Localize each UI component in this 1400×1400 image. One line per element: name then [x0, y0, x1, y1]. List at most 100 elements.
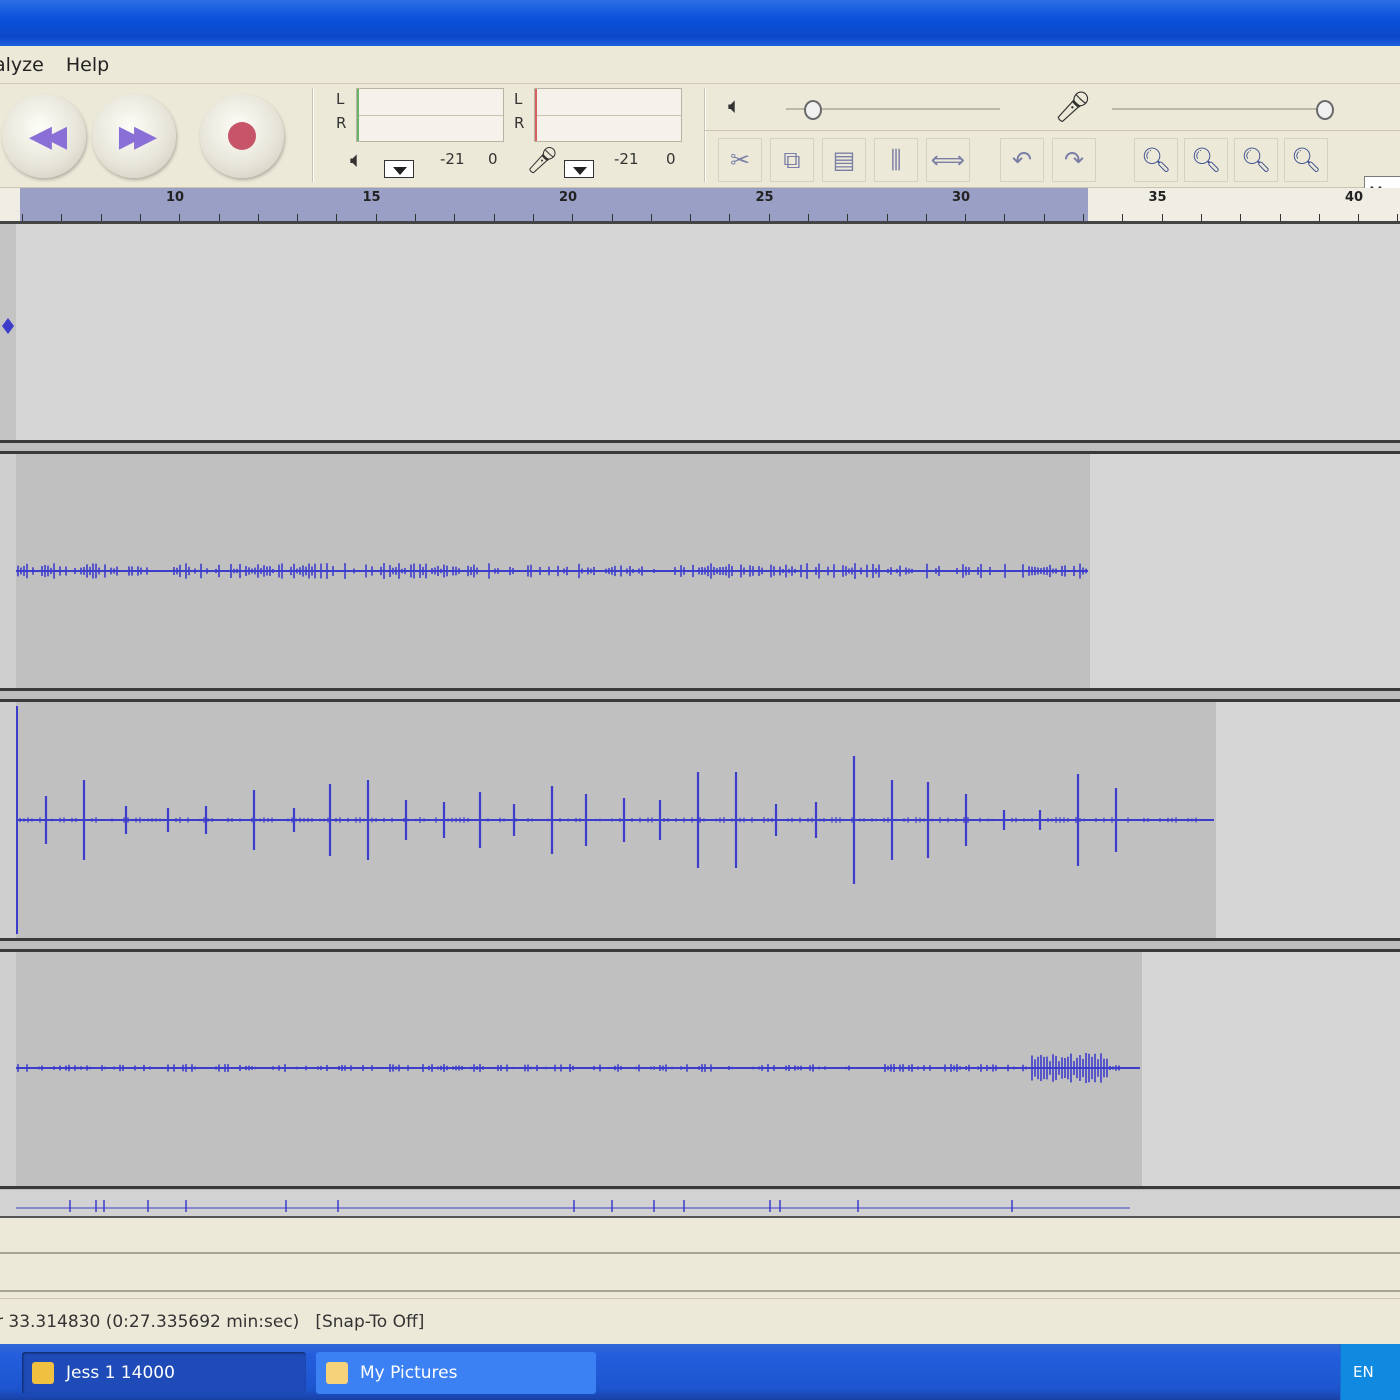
output-volume-thumb[interactable]: [804, 100, 822, 120]
status-bar: r 33.314830 (0:27.335692 min:sec) [Snap-…: [0, 1298, 1400, 1344]
speaker-icon: 🔈︎: [350, 148, 364, 173]
ruler-tick: [965, 214, 966, 221]
cut-button[interactable]: ✂: [718, 138, 762, 182]
audio-track-1[interactable]: [0, 224, 1400, 440]
track-area: [0, 224, 1400, 1214]
ruler-tick: [769, 214, 770, 221]
audio-track-3[interactable]: [0, 702, 1400, 938]
zoom-out-button[interactable]: 🔍︎: [1184, 138, 1228, 182]
ruler-tick: [140, 214, 141, 221]
undo-button[interactable]: ↶: [1000, 138, 1044, 182]
ruler-tick: [1358, 214, 1359, 221]
record-meter[interactable]: [534, 88, 682, 142]
menu-bar: alyze Help: [0, 46, 1400, 84]
ruler-tick: [612, 214, 613, 221]
horizontal-scroll-area[interactable]: [0, 1216, 1400, 1298]
ruler-tick: [101, 214, 102, 221]
toolbar-separator: [704, 88, 706, 182]
skip-start-icon: ◀◀: [28, 118, 67, 154]
redo-icon: ↷: [1063, 146, 1085, 174]
input-volume-icon: 🎤︎: [1054, 90, 1093, 125]
menu-help[interactable]: Help: [66, 54, 109, 76]
timeline-ruler[interactable]: 10 15 20 25 30 35 40: [0, 188, 1400, 224]
track-separator: [0, 440, 1400, 454]
ruler-tick: [376, 214, 377, 221]
playback-meter[interactable]: [356, 88, 504, 142]
skip-to-start-button[interactable]: ◀◀: [2, 94, 86, 178]
playback-meter-dropdown[interactable]: [384, 160, 414, 178]
toolbar: ◀◀ ▶▶ L R 🔈︎ -21 0 L R 🎤︎ -21 0 🔈︎ 🎤︎ ✂ …: [0, 84, 1400, 210]
track-separator: [0, 688, 1400, 702]
language-indicator[interactable]: EN: [1353, 1363, 1374, 1381]
ruler-tick: [847, 214, 848, 221]
cut-icon: ✂: [729, 146, 751, 174]
audio-track-4[interactable]: [0, 952, 1400, 1186]
title-bar[interactable]: [0, 0, 1400, 46]
ruler-tick: [22, 214, 23, 221]
track-1-waveform: [2, 318, 14, 334]
input-volume-slider[interactable]: [1112, 108, 1334, 110]
copy-button[interactable]: ⧉: [770, 138, 814, 182]
redo-button[interactable]: ↷: [1052, 138, 1096, 182]
trim-button[interactable]: ⫼: [874, 138, 918, 182]
ruler-tick: [494, 214, 495, 221]
record-meter-dropdown[interactable]: [564, 160, 594, 178]
taskbar-item-my-pictures[interactable]: My Pictures: [316, 1352, 596, 1394]
meter-play-l-label: L: [336, 90, 345, 108]
record-button[interactable]: [200, 94, 284, 178]
ruler-tick: [808, 214, 809, 221]
skip-to-end-button[interactable]: ▶▶: [92, 94, 176, 178]
audacity-app-icon: [32, 1362, 54, 1384]
zoom-out-icon: 🔍︎: [1190, 146, 1222, 174]
taskbar-item-label: My Pictures: [360, 1363, 458, 1383]
ruler-tick: [1044, 214, 1045, 221]
taskbar-item-label: Jess 1 14000: [66, 1363, 175, 1383]
fit-project-icon: 🔍︎: [1290, 146, 1322, 174]
ruler-tick-label: 20: [559, 190, 578, 205]
output-volume-icon: 🔈︎: [728, 94, 742, 119]
ruler-tick-label: 35: [1148, 190, 1167, 205]
fit-selection-button[interactable]: 🔍︎: [1234, 138, 1278, 182]
paste-button[interactable]: ▤: [822, 138, 866, 182]
ruler-tick-label: 15: [362, 190, 381, 205]
ruler-tick: [415, 214, 416, 221]
track-3-waveform: [16, 706, 1214, 934]
fit-selection-icon: 🔍︎: [1240, 146, 1272, 174]
ruler-tick: [1201, 214, 1202, 221]
ruler-tick-label: 30: [952, 190, 971, 205]
track-2-waveform: [16, 563, 1088, 579]
ruler-tick: [926, 214, 927, 221]
input-volume-thumb[interactable]: [1316, 100, 1334, 120]
ruler-tick: [572, 214, 573, 221]
meter-play-scale-b: 0: [488, 150, 498, 168]
system-tray[interactable]: EN: [1340, 1344, 1400, 1400]
meter-rec-l-label: L: [514, 90, 523, 108]
snap-status: [Snap-To Off]: [315, 1311, 425, 1332]
ruler-tick: [1083, 214, 1084, 221]
silence-button[interactable]: ⟺: [926, 138, 970, 182]
copy-icon: ⧉: [783, 146, 801, 174]
audacity-window: alyze Help ◀◀ ▶▶ L R 🔈︎ -21 0 L R: [0, 0, 1400, 1400]
track-4-waveform: [16, 1052, 1140, 1084]
ruler-tick: [690, 214, 691, 221]
partial-track[interactable]: [0, 1190, 1400, 1216]
folder-icon: [326, 1362, 348, 1384]
toolbar-divider: [704, 130, 1400, 131]
meter-play-scale-a: -21: [440, 150, 465, 168]
taskbar-item-audacity[interactable]: Jess 1 14000: [22, 1352, 306, 1394]
ruler-tick: [1397, 214, 1398, 221]
ruler-tick: [533, 214, 534, 221]
ruler-tick-label: 40: [1345, 190, 1364, 205]
undo-icon: ↶: [1011, 146, 1033, 174]
zoom-in-button[interactable]: 🔍︎: [1134, 138, 1178, 182]
skip-end-icon: ▶▶: [118, 118, 157, 154]
track-separator: [0, 938, 1400, 952]
ruler-tick: [336, 214, 337, 221]
fit-project-button[interactable]: 🔍︎: [1284, 138, 1328, 182]
audio-track-2[interactable]: [0, 454, 1400, 688]
ruler-tick-label: 25: [755, 190, 774, 205]
menu-analyze[interactable]: alyze: [0, 54, 44, 76]
paste-icon: ▤: [832, 146, 856, 174]
ruler-tick: [1122, 214, 1123, 221]
partial-track-waveform: [16, 1200, 1130, 1212]
